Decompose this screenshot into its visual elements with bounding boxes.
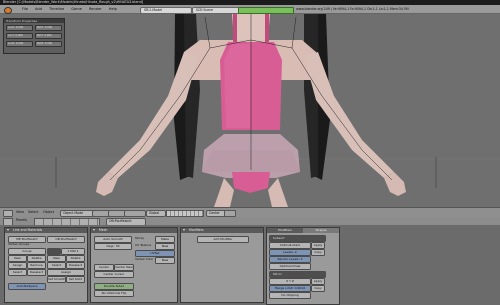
character-model[interactable]	[0, 14, 500, 207]
sticky-label: Sticky	[135, 236, 144, 240]
modifiers-panel-title[interactable]: Modifiers	[181, 228, 263, 233]
tab-modifiers[interactable]: Modifiers	[267, 228, 303, 233]
subsurf-render-levels-field[interactable]: Render Levels: 2	[269, 256, 311, 263]
degree-field[interactable]: Degr: 30	[94, 243, 132, 250]
link-materials-title[interactable]: Link and Materials	[5, 228, 87, 233]
buttons-area: Link and Materials ME:Pouffeskirt OB:Pou…	[0, 225, 500, 305]
locz-field[interactable]: LocZ: 0.000	[6, 41, 33, 47]
scene-selector[interactable]: SCE:Scene	[192, 6, 240, 14]
menu-game[interactable]: Game	[71, 7, 82, 11]
optimal-draw-toggle[interactable]: Optimal Draw	[269, 263, 311, 270]
menu-file[interactable]: File	[22, 7, 28, 11]
orientation-selector[interactable]: Global	[146, 209, 166, 217]
menu-add[interactable]: Add	[35, 7, 42, 11]
main-menu: File Add Timeline Game Render Help	[22, 5, 117, 13]
link-materials-panel: Link and Materials ME:Pouffeskirt OB:Pou…	[4, 227, 88, 303]
menu-view[interactable]: View	[16, 210, 24, 215]
rotx-field[interactable]: RotX: 0.000	[35, 25, 62, 31]
merge-limit-field[interactable]: Merge Limit: 0.0010	[269, 285, 311, 292]
vertex-groups-label: Vertex Groups	[8, 242, 30, 246]
info-menubar: File Add Timeline Game Render Help SR:2-…	[0, 5, 500, 14]
modifier-stack-panel: Modifiers Shapes Subsurf Catmull-Clark A…	[266, 227, 340, 305]
menu-panels[interactable]: Panels	[16, 218, 27, 223]
blender-logo-icon[interactable]	[4, 6, 12, 14]
no-vnormal-flip-toggle[interactable]: No V.Normal Flip	[94, 290, 134, 297]
sticky-make-button[interactable]: Make	[155, 236, 175, 243]
assign-material-button[interactable]: Assign	[47, 269, 85, 276]
subsurf-copy-button[interactable]: Copy	[311, 249, 325, 256]
delete-material-button[interactable]: Delete	[66, 255, 85, 262]
editor-type-icon[interactable]	[3, 209, 13, 217]
modifier-tabs: Modifiers Shapes	[267, 228, 339, 233]
rotz-field[interactable]: RotZ: 0.000	[35, 41, 62, 47]
uv-texture-name-field[interactable]: UVTex	[135, 250, 175, 257]
subsurf-modifier-header[interactable]: Subsurf	[269, 235, 326, 242]
locy-field[interactable]: LocY: 0.000	[6, 33, 33, 39]
mirror-modifier-header[interactable]: Mirror	[269, 271, 326, 278]
center-new-button[interactable]: Center New	[114, 264, 134, 271]
vertex-group-field[interactable]: Group	[8, 248, 46, 255]
menu-help[interactable]: Help	[109, 7, 117, 11]
subsurf-type-selector[interactable]: Catmull-Clark	[269, 242, 311, 249]
material-index[interactable]: 1 Mat 1	[61, 248, 85, 255]
screen-selector[interactable]: SR:2-Model	[140, 6, 192, 14]
mode-selector[interactable]: Object Mode	[60, 209, 94, 217]
mesh-panel-title[interactable]: Mesh	[91, 228, 177, 233]
vertex-color-label: Vertex Color	[135, 257, 154, 261]
remove-vgroup-button[interactable]: Remove	[27, 262, 46, 269]
material-color-swatch[interactable]	[47, 248, 61, 255]
version-badge-icon	[238, 6, 294, 14]
mesh-panel: Mesh Auto Smooth Degr: 30 Sticky Make UV…	[90, 227, 178, 303]
set-solid-button[interactable]: Set Solid	[66, 276, 85, 283]
subsurf-apply-button[interactable]: Apply	[311, 242, 325, 249]
auto-smooth-toggle[interactable]: Auto Smooth	[94, 236, 132, 243]
select-material-button[interactable]: Select	[47, 262, 66, 269]
layer-buttons[interactable]	[166, 209, 204, 217]
new-vgroup-button[interactable]: New	[8, 255, 27, 262]
mirror-copy-button[interactable]: Copy	[311, 285, 325, 292]
transform-properties-panel[interactable]: Transform Properties LocX: 0.000 RotX: 0…	[3, 18, 65, 54]
modifiers-panel: Modifiers Add Modifier	[180, 227, 264, 303]
object-name-field-panel[interactable]: OB:Pouffeskirt	[47, 236, 85, 243]
menu-timeline[interactable]: Timeline	[49, 7, 64, 11]
center-button[interactable]: Center	[94, 264, 114, 271]
double-sided-toggle[interactable]: Double Sided	[94, 283, 134, 290]
menu-render[interactable]: Render	[89, 7, 102, 11]
mirror-axis-buttons[interactable]: X Y Z	[269, 278, 311, 285]
mirror-apply-button[interactable]: Apply	[311, 278, 325, 285]
tab-shapes[interactable]: Shapes	[303, 228, 339, 233]
uv-texture-label: UV Texture	[135, 243, 152, 247]
uv-texture-new-button[interactable]: New	[155, 243, 175, 250]
add-modifier-button[interactable]: Add Modifier	[197, 236, 249, 243]
transform-panel-title: Transform Properties	[4, 19, 64, 23]
center-cursor-button[interactable]: Center Cursor	[94, 271, 134, 278]
menu-object[interactable]: Object	[43, 210, 54, 215]
scene-stats: www.blender.org 249 | Ve:9094-1 Fa:9094-…	[296, 6, 409, 11]
menu-select[interactable]: Select	[28, 210, 38, 215]
roty-field[interactable]: RotY: 0.000	[35, 33, 62, 39]
set-smooth-button[interactable]: Set Smooth	[47, 276, 66, 283]
delete-vgroup-button[interactable]: Delete	[27, 255, 46, 262]
deselect-vgroup-button[interactable]: Deselect	[27, 269, 46, 276]
window-title: Blender [C:\Models\Blender_Work\Models\H…	[3, 0, 144, 4]
layer-center[interactable]: Center	[206, 209, 226, 217]
deselect-material-button[interactable]: Deselect	[66, 262, 85, 269]
manipulator-toggle-icon[interactable]	[124, 209, 146, 217]
auto-tex-space-button[interactable]: AutoTexSpace	[8, 283, 46, 290]
vertex-color-new-button[interactable]: New	[155, 257, 175, 264]
new-material-button[interactable]: New	[47, 255, 66, 262]
subsurf-levels-field[interactable]: Levels: 2	[269, 249, 311, 256]
select-vgroup-button[interactable]: Select	[8, 269, 27, 276]
lock-icon[interactable]	[224, 209, 236, 217]
locx-field[interactable]: LocX: 0.000	[6, 25, 33, 31]
assign-vgroup-button[interactable]: Assign	[8, 262, 27, 269]
3d-viewport[interactable]: Transform Properties LocX: 0.000 RotX: 0…	[0, 14, 500, 207]
do-clipping-toggle[interactable]: Do Clipping	[269, 292, 311, 299]
